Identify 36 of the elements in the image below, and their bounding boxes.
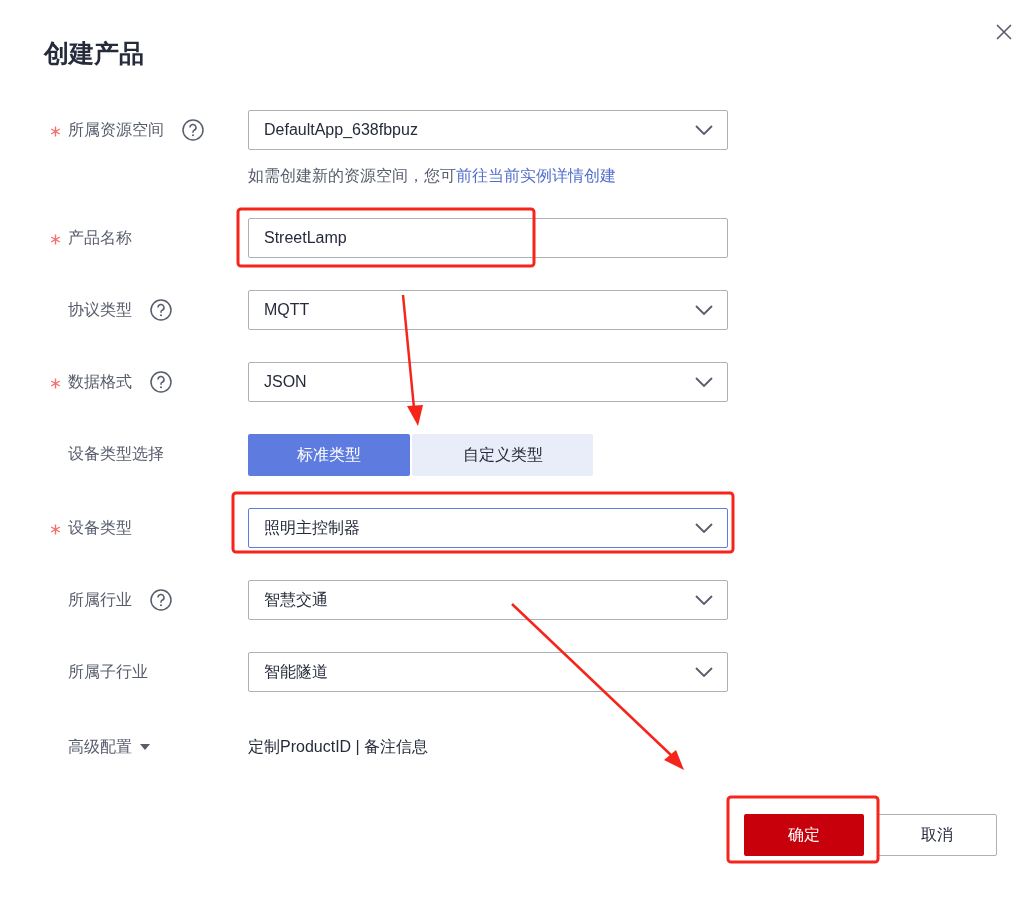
create-link[interactable]: 前往当前实例详情创建 (456, 167, 616, 184)
field-label: 所属资源空间 (68, 119, 164, 140)
type-tab[interactable]: 自定义类型 (412, 434, 593, 476)
chevron-down-icon[interactable] (695, 125, 713, 135)
input-field[interactable]: StreetLamp (248, 218, 728, 258)
dropdown-field[interactable]: 智慧交通 (248, 580, 728, 620)
chevron-down-icon[interactable] (695, 523, 713, 533)
chevron-down-icon[interactable] (695, 305, 713, 315)
field-label: 产品名称 (68, 227, 132, 248)
chevron-down-icon[interactable] (695, 667, 713, 677)
type-tab[interactable]: 标准类型 (248, 434, 410, 476)
confirm-button[interactable]: 确定 (744, 814, 864, 856)
dialog-title: 创建产品 (44, 38, 145, 69)
advanced-config-toggle[interactable]: 高级配置 (68, 736, 150, 758)
help-icon[interactable] (150, 371, 172, 393)
field-label: 设备类型 (68, 517, 132, 538)
help-icon[interactable] (182, 119, 204, 141)
field-label: 设备类型选择 (68, 443, 164, 464)
advanced-config-summary: 定制ProductID | 备注信息 (248, 736, 429, 757)
cancel-button[interactable]: 取消 (877, 814, 997, 856)
close-icon[interactable] (996, 24, 1012, 40)
field-label: 数据格式 (68, 371, 132, 392)
dropdown-field[interactable]: 智能隧道 (248, 652, 728, 692)
hint-text: 如需创建新的资源空间，您可前往当前实例详情创建 (248, 166, 617, 186)
field-label: 所属行业 (68, 589, 132, 610)
chevron-down-icon[interactable] (695, 595, 713, 605)
help-icon[interactable] (150, 589, 172, 611)
dropdown-field[interactable]: MQTT (248, 290, 728, 330)
dropdown-field[interactable]: 照明主控制器 (248, 508, 728, 548)
dropdown-field[interactable]: JSON (248, 362, 728, 402)
field-label: 所属子行业 (68, 661, 148, 682)
chevron-down-icon[interactable] (695, 377, 713, 387)
dropdown-field[interactable]: DefaultApp_638fbpuz (248, 110, 728, 150)
help-icon[interactable] (150, 299, 172, 321)
caret-icon[interactable] (140, 744, 150, 750)
field-label: 协议类型 (68, 299, 132, 320)
